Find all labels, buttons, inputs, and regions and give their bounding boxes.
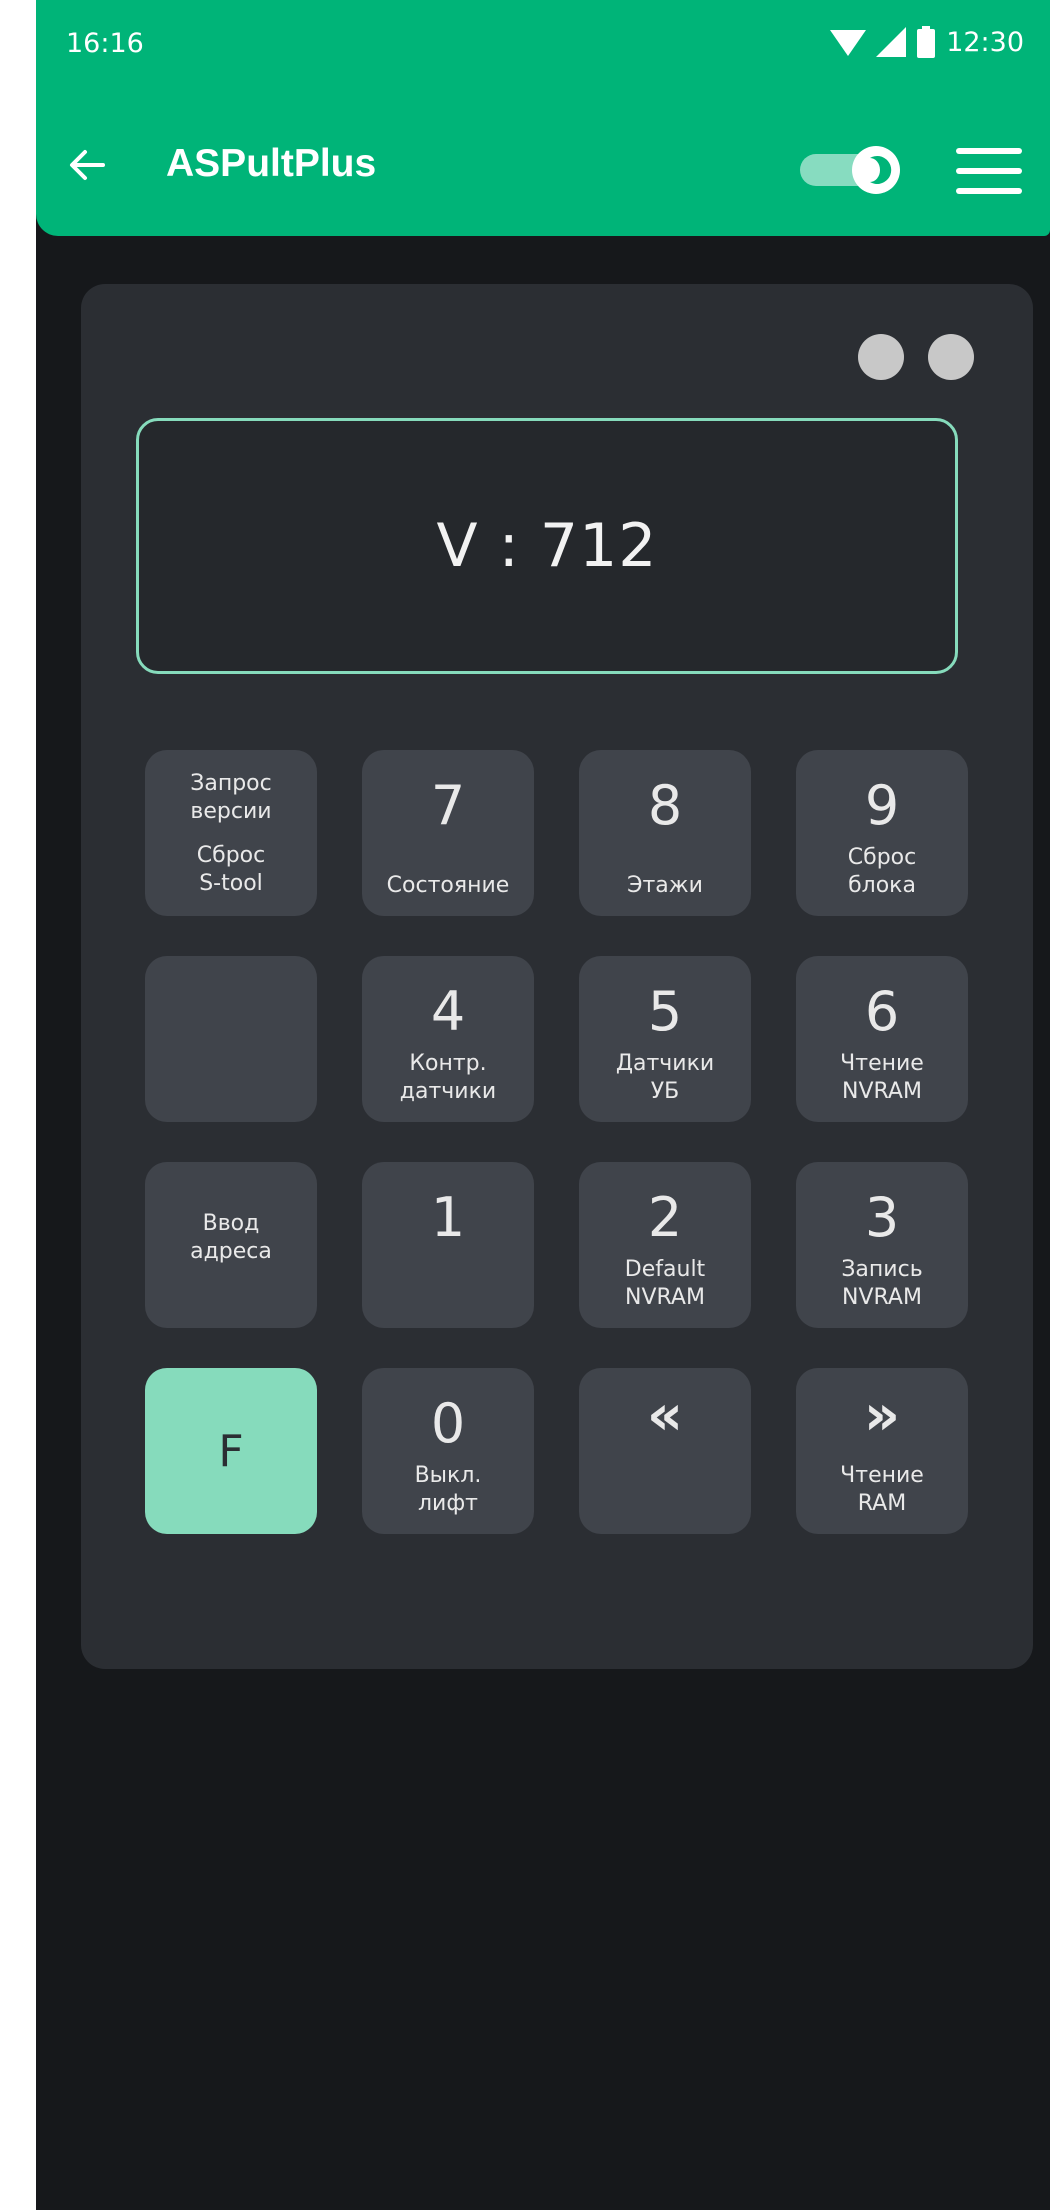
key-2[interactable]: 2 Default NVRAM [579,1162,751,1328]
key-3[interactable]: 3 Запись NVRAM [796,1162,968,1328]
key-label: адреса [190,1239,272,1264]
indicator-led-1 [858,334,904,380]
key-label: УБ [650,1079,680,1104]
key-digit: 0 [430,1392,466,1455]
key-blank[interactable] [145,956,317,1122]
key-f-label: F [218,1426,244,1477]
key-0[interactable]: 0 Выкл. лифт [362,1368,534,1534]
key-next[interactable]: » Чтение RAM [796,1368,968,1534]
key-digit: 5 [647,980,683,1043]
menu-line [956,168,1022,174]
key-digit: 8 [647,774,683,837]
back-button[interactable] [62,140,112,190]
key-label: Запись [841,1257,923,1282]
key-label: Запрос [190,771,272,796]
key-label: Выкл. [414,1463,482,1488]
menu-button[interactable] [956,148,1022,194]
display-screen: V : 712 [136,418,958,674]
theme-toggle[interactable] [800,146,900,194]
app-header: 16:16 12:30 ASPultPlus [36,0,1050,236]
key-label: Ввод [202,1211,260,1236]
key-label: Состояние [386,873,510,898]
moon-icon [870,156,892,184]
wifi-icon [830,30,867,56]
key-label: Сброс [196,843,266,868]
toggle-knob [852,146,900,194]
key-label: версии [190,799,272,824]
key-6[interactable]: 6 Чтение NVRAM [796,956,968,1122]
key-label: NVRAM [842,1079,922,1104]
key-label: Контр. [409,1051,487,1076]
key-digit: 1 [430,1186,466,1249]
key-digit: 6 [864,980,900,1043]
key-label: датчики [399,1079,497,1104]
display-value: V : 712 [436,511,658,581]
key-label: Чтение [840,1463,924,1488]
key-digit: 7 [430,774,466,837]
signal-icon [876,27,907,57]
key-version-request[interactable]: Запрос версии Сброс S-tool [145,750,317,916]
status-icons: 12:30 [830,22,1024,62]
hamburger-menu-icon [956,148,1022,154]
phone-screen: 16:16 12:30 ASPultPlus V: 712 Запрос ве… [36,0,1050,2210]
key-label: S-tool [199,871,263,896]
key-4[interactable]: 4 Контр. датчики [362,956,534,1122]
key-5[interactable]: 5 Датчики УБ [579,956,751,1122]
key-8[interactable]: 8 Этажи [579,750,751,916]
key-digit: 3 [864,1186,900,1249]
key-address-input[interactable]: Ввод адреса [145,1162,317,1328]
key-label: Датчики [615,1051,715,1076]
key-digit: 4 [430,980,466,1043]
menu-line [956,188,1022,194]
key-label: RAM [857,1491,907,1516]
key-1[interactable]: 1 [362,1162,534,1328]
status-clock: 12:30 [946,26,1024,58]
app-title: ASPultPlus [166,142,377,185]
key-label: Чтение [840,1051,924,1076]
key-7[interactable]: 7 Состояние [362,750,534,916]
key-f[interactable]: F [145,1368,317,1534]
key-label: NVRAM [625,1285,705,1310]
key-label: NVRAM [842,1285,922,1310]
key-digit: 2 [647,1186,683,1249]
arrow-left-icon [70,150,105,180]
battery-icon [917,26,936,58]
double-chevron-left-icon: « [646,1383,684,1448]
indicator-led-2 [928,334,974,380]
key-label: лифт [418,1491,478,1516]
key-label: Default [624,1257,706,1282]
status-time: 16:16 [66,28,144,59]
double-chevron-right-icon: » [863,1383,901,1448]
key-label: Сброс [847,845,917,870]
key-label: блока [848,873,916,898]
key-9[interactable]: 9 Сброс блока [796,750,968,916]
key-label: Этажи [627,873,703,898]
key-digit: 9 [864,774,900,837]
key-prev[interactable]: « [579,1368,751,1534]
remote-panel: V : 712 Запрос версии Сброс S-tool 7 Сос… [81,284,1033,1669]
